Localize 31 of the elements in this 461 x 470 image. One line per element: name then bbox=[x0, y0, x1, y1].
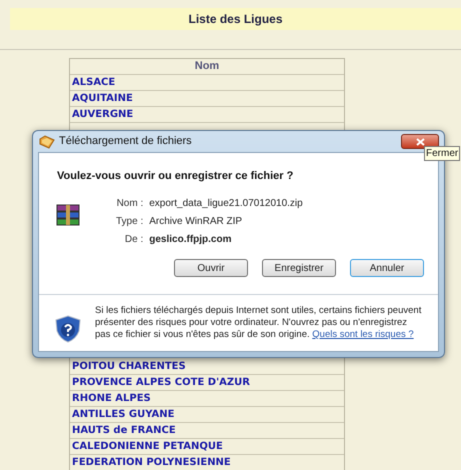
league-link[interactable]: FEDERATION POLYNESIENNE bbox=[72, 456, 231, 469]
folder-icon bbox=[39, 134, 55, 148]
dialog-question: Voulez-vous ouvrir ou enregistrer ce fichier ? bbox=[57, 170, 294, 182]
column-header: Nom bbox=[194, 59, 220, 74]
field-value: geslico.ffpjp.com bbox=[149, 233, 232, 247]
shield-question-icon bbox=[55, 315, 81, 343]
field-value: export_data_ligue21.07012010.zip bbox=[149, 197, 303, 211]
field-label: Nom : bbox=[116, 197, 144, 211]
close-icon bbox=[416, 138, 424, 146]
tooltip: Fermer bbox=[424, 146, 460, 161]
field-label: Type : bbox=[116, 215, 144, 229]
league-link[interactable]: ANTILLES GUYANE bbox=[72, 408, 174, 421]
archive-icon bbox=[56, 204, 80, 226]
dialog-button[interactable]: Annuler bbox=[350, 259, 424, 277]
league-link[interactable]: POITOU CHARENTES bbox=[72, 360, 186, 373]
dialog-title: Téléchargement de fichiers bbox=[59, 134, 192, 150]
league-link[interactable]: CALEDONIENNE PETANQUE bbox=[72, 440, 223, 453]
league-link[interactable]: HAUTS de FRANCE bbox=[72, 424, 176, 437]
field-value: Archive WinRAR ZIP bbox=[149, 215, 244, 229]
dialog-button[interactable]: Ouvrir bbox=[174, 259, 248, 277]
league-link[interactable]: ALSACE bbox=[72, 76, 116, 89]
dialog-button[interactable]: Enregistrer bbox=[262, 259, 336, 277]
league-link[interactable]: PROVENCE ALPES COTE D'AZUR bbox=[72, 376, 250, 389]
warning-text: Si les fichiers téléchargés depuis Internet sont utiles, certains fichiers peuvent présenter des risques pour votre ordinateur. N'ouvrez pas ou n'enregistrez pas ce fichier si vous n'êtes pas sûr de son origine. Quels sont les risques ? bbox=[95, 305, 422, 341]
field-label: De : bbox=[124, 233, 144, 247]
league-link[interactable]: RHONE ALPES bbox=[72, 392, 151, 405]
risks-link[interactable]: Quels sont les risques ? bbox=[312, 329, 414, 340]
close-button[interactable] bbox=[401, 134, 439, 149]
page-title: Liste des Ligues bbox=[188, 11, 283, 28]
league-link[interactable]: AQUITAINE bbox=[72, 92, 133, 105]
league-link[interactable]: AUVERGNE bbox=[72, 108, 134, 121]
